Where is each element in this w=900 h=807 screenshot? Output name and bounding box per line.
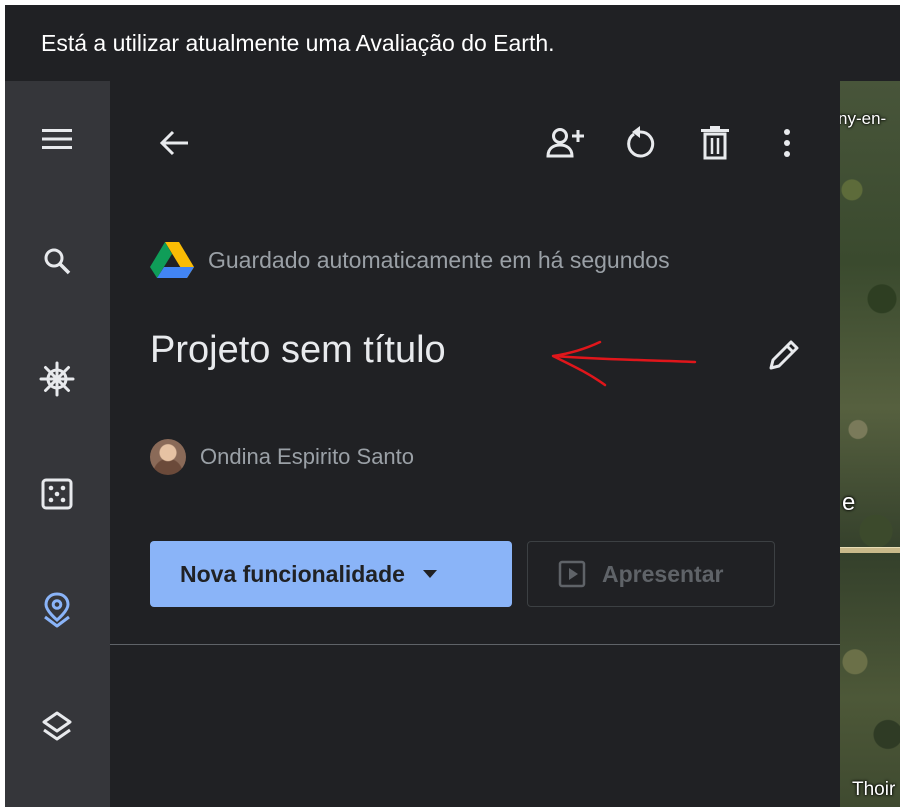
panel-divider	[110, 644, 840, 645]
more-vert-icon	[784, 129, 790, 157]
dropdown-arrow-icon	[422, 570, 437, 578]
arrow-back-icon	[159, 130, 188, 156]
present-button[interactable]: Apresentar	[527, 541, 775, 607]
back-button[interactable]	[152, 121, 196, 165]
trial-banner: Está a utilizar atualmente uma Avaliação…	[5, 5, 900, 81]
trash-icon	[701, 126, 729, 160]
add-person-icon	[546, 128, 584, 158]
menu-button[interactable]	[35, 117, 79, 161]
pencil-icon	[769, 340, 799, 370]
map-place-label: ny-en-	[840, 109, 887, 128]
google-drive-icon	[150, 242, 194, 278]
map-style-button[interactable]	[35, 705, 79, 749]
play-slideshow-icon	[558, 560, 586, 588]
earth-map-view[interactable]: ny-en- e Thoir	[840, 81, 900, 807]
feeling-lucky-button[interactable]	[35, 472, 79, 516]
map-road	[840, 547, 900, 553]
menu-icon	[42, 129, 72, 149]
reset-button[interactable]	[618, 121, 662, 165]
red-arrow-annotation	[551, 340, 697, 387]
present-label: Apresentar	[602, 560, 724, 587]
navigation-rail	[5, 81, 110, 807]
dice-icon	[41, 478, 73, 510]
voyager-helm-icon	[39, 361, 75, 397]
project-title[interactable]: Projeto sem título	[150, 329, 446, 372]
voyager-button[interactable]	[35, 357, 79, 401]
delete-button[interactable]	[693, 121, 737, 165]
search-button[interactable]	[35, 239, 79, 283]
share-button[interactable]	[543, 121, 587, 165]
projects-pin-icon	[44, 592, 70, 628]
avatar	[150, 439, 186, 475]
more-options-button[interactable]	[765, 121, 809, 165]
search-icon	[44, 248, 71, 275]
autosave-text: Guardado automaticamente em há segundos	[208, 246, 670, 273]
projects-button[interactable]	[35, 588, 79, 632]
autosave-status: Guardado automaticamente em há segundos	[150, 241, 670, 279]
new-feature-label: Nova funcionalidade	[180, 560, 405, 587]
refresh-icon	[627, 126, 655, 158]
project-panel: Guardado automaticamente em há segundos …	[110, 81, 840, 807]
layers-icon	[42, 711, 72, 741]
edit-title-button[interactable]	[762, 333, 806, 377]
map-place-label: Thoir	[852, 779, 896, 800]
project-owner: Ondina Espirito Santo	[150, 439, 414, 475]
new-feature-button[interactable]: Nova funcionalidade	[150, 541, 512, 607]
app-window: Está a utilizar atualmente uma Avaliação…	[5, 5, 900, 807]
owner-name: Ondina Espirito Santo	[200, 444, 415, 469]
map-place-label: e	[842, 489, 856, 516]
